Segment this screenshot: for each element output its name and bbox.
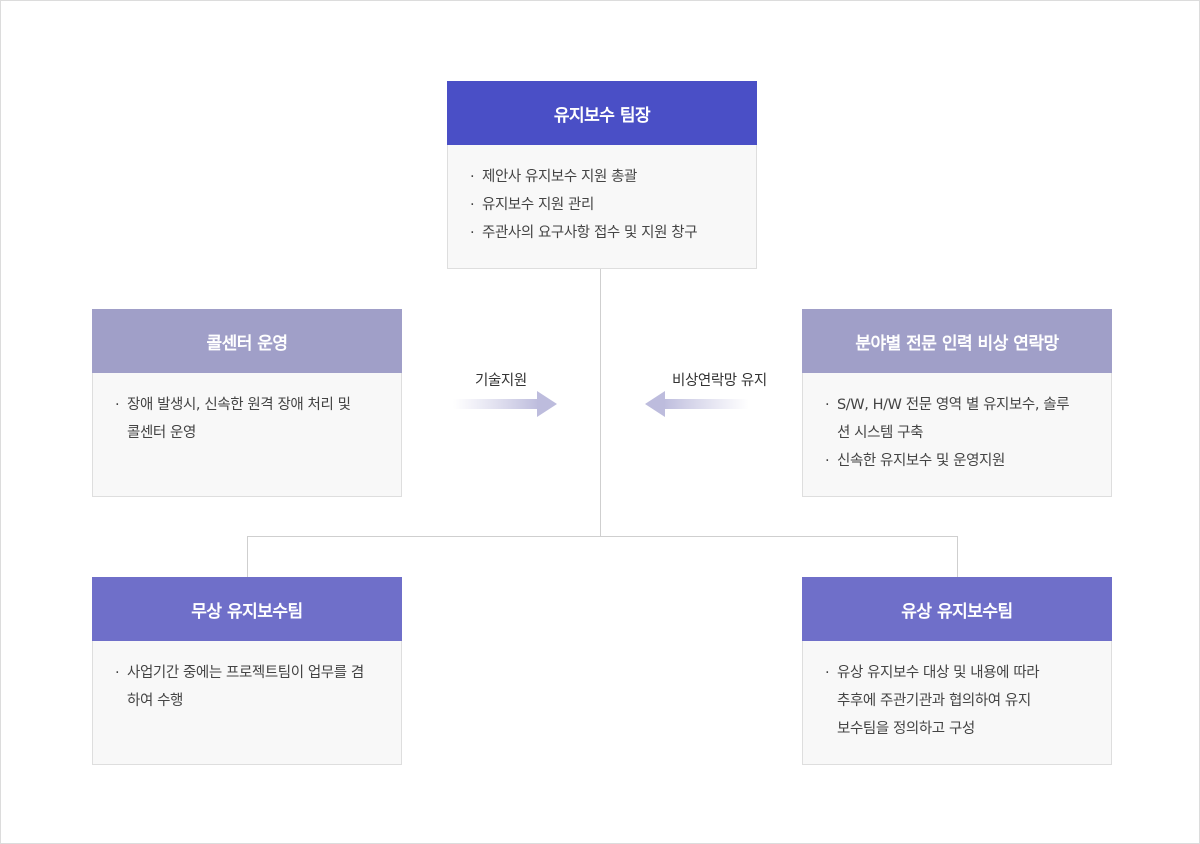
expert-item: S/W, H/W 전문 영역 별 유지보수, 솔루션 시스템 구축 [825, 391, 1091, 447]
free-team-body: 사업기간 중에는 프로젝트팀이 업무를 겸하여 수행 [92, 641, 402, 765]
emergency-contact-label: 비상연락망 유지 [672, 373, 767, 389]
connector-left-drop [247, 536, 248, 577]
free-team-title: 무상 유지보수팀 [92, 577, 402, 641]
paid-maintenance-team-box: 유상 유지보수팀 유상 유지보수 대상 및 내용에 따라 추후에 주관기관과 협… [802, 577, 1112, 765]
connector-right-drop [957, 536, 958, 577]
expert-contact-title: 분야별 전문 인력 비상 연락망 [802, 309, 1112, 373]
paid-team-body: 유상 유지보수 대상 및 내용에 따라 추후에 주관기관과 협의하여 유지 보수… [802, 641, 1112, 765]
free-maintenance-team-box: 무상 유지보수팀 사업기간 중에는 프로젝트팀이 업무를 겸하여 수행 [92, 577, 402, 765]
leader-body: 제안사 유지보수 지원 총괄 유지보수 지원 관리 주관사의 요구사항 접수 및… [447, 145, 757, 269]
paid-team-item: 유상 유지보수 대상 및 내용에 따라 추후에 주관기관과 협의하여 유지 보수… [825, 659, 1091, 743]
call-center-item: 장애 발생시, 신속한 원격 장애 처리 및 콜센터 운영 [115, 391, 381, 447]
free-team-item: 사업기간 중에는 프로젝트팀이 업무를 겸하여 수행 [115, 659, 381, 715]
leader-title: 유지보수 팀장 [447, 81, 757, 145]
leader-item: 제안사 유지보수 지원 총괄 [470, 163, 736, 191]
connector-vertical-main [600, 269, 601, 536]
call-center-body: 장애 발생시, 신속한 원격 장애 처리 및 콜센터 운영 [92, 373, 402, 497]
expert-item: 신속한 유지보수 및 운영지원 [825, 447, 1091, 475]
expert-contact-body: S/W, H/W 전문 영역 별 유지보수, 솔루션 시스템 구축 신속한 유지… [802, 373, 1112, 497]
call-center-title: 콜센터 운영 [92, 309, 402, 373]
left-arrow-icon [645, 391, 749, 417]
leader-box: 유지보수 팀장 제안사 유지보수 지원 총괄 유지보수 지원 관리 주관사의 요… [447, 81, 757, 269]
leader-item: 유지보수 지원 관리 [470, 191, 736, 219]
expert-contact-box: 분야별 전문 인력 비상 연락망 S/W, H/W 전문 영역 별 유지보수, … [802, 309, 1112, 497]
call-center-box: 콜센터 운영 장애 발생시, 신속한 원격 장애 처리 및 콜센터 운영 [92, 309, 402, 497]
leader-item: 주관사의 요구사항 접수 및 지원 창구 [470, 219, 736, 247]
paid-team-title: 유상 유지보수팀 [802, 577, 1112, 641]
diagram-frame: 유지보수 팀장 제안사 유지보수 지원 총괄 유지보수 지원 관리 주관사의 요… [0, 0, 1200, 844]
right-arrow-icon [453, 391, 557, 417]
tech-support-label: 기술지원 [475, 373, 527, 389]
connector-horizontal [247, 536, 958, 537]
